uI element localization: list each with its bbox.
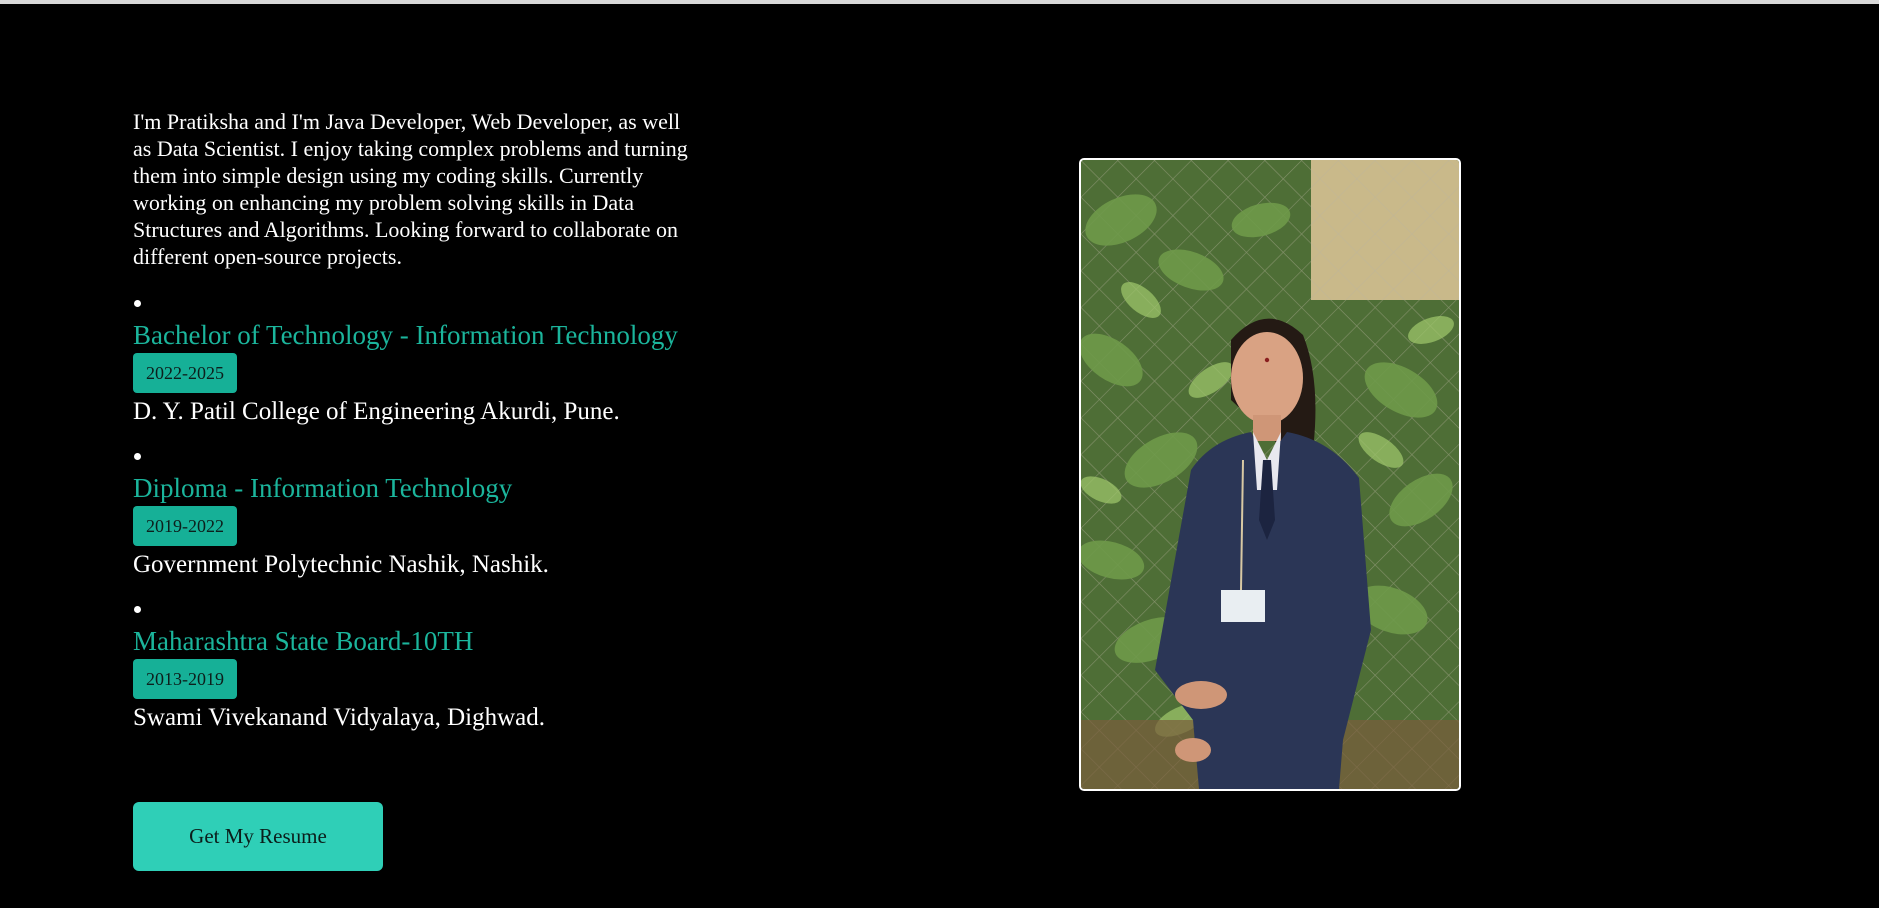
top-border (0, 0, 1879, 4)
education-item: Maharashtra State Board-10TH 2013-2019 S… (133, 606, 713, 733)
year-badge: 2022-2025 (133, 353, 237, 393)
profile-photo (1079, 158, 1461, 791)
year-badge: 2013-2019 (133, 659, 237, 699)
bullet-icon (134, 453, 141, 460)
education-item: Diploma - Information Technology 2019-20… (133, 453, 713, 580)
about-content: I'm Pratiksha and I'm Java Developer, We… (133, 108, 713, 759)
education-item: Bachelor of Technology - Information Tec… (133, 300, 713, 427)
profile-photo-illustration (1081, 160, 1459, 789)
about-section: I'm Pratiksha and I'm Java Developer, We… (0, 0, 1879, 908)
get-resume-button[interactable]: Get My Resume (133, 802, 383, 871)
education-school: D. Y. Patil College of Engineering Akurd… (133, 398, 620, 425)
education-title: Bachelor of Technology - Information Tec… (133, 320, 678, 350)
education-school: Government Polytechnic Nashik, Nashik. (133, 551, 549, 578)
education-list: Bachelor of Technology - Information Tec… (133, 300, 713, 733)
bullet-icon (134, 300, 141, 307)
bullet-icon (134, 606, 141, 613)
education-title: Maharashtra State Board-10TH (133, 626, 474, 656)
education-school: Swami Vivekanand Vidyalaya, Dighwad. (133, 704, 545, 731)
education-title: Diploma - Information Technology (133, 473, 513, 503)
intro-text: I'm Pratiksha and I'm Java Developer, We… (133, 109, 688, 269)
year-badge: 2019-2022 (133, 506, 237, 546)
